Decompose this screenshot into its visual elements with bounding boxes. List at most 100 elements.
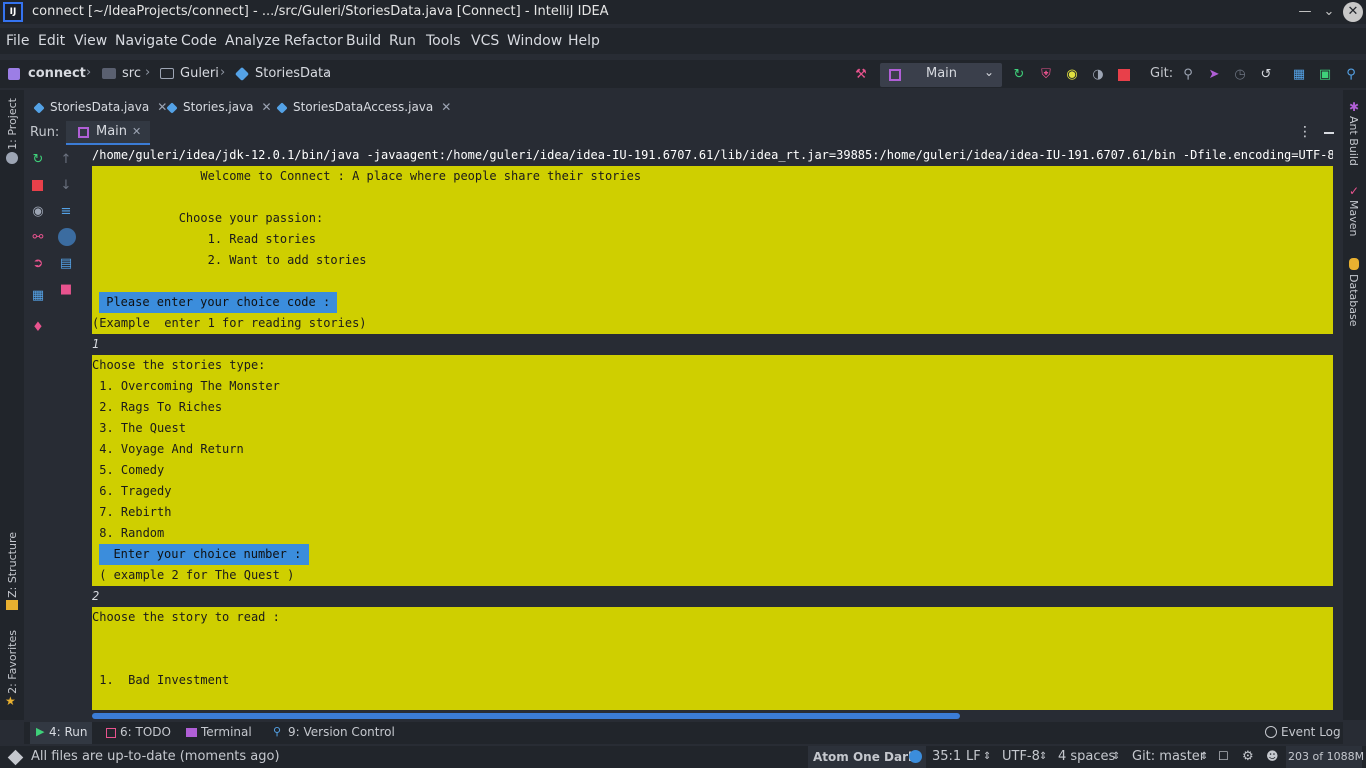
arrow-down-icon[interactable]: ↓ bbox=[58, 178, 74, 194]
console-output[interactable]: /home/guleri/idea/jdk-12.0.1/bin/java -j… bbox=[92, 145, 1333, 710]
chevron-right-icon: › bbox=[86, 65, 92, 80]
terminal-icon[interactable]: ▣ bbox=[1317, 67, 1333, 83]
file-encoding[interactable]: UTF-8 bbox=[1002, 749, 1040, 764]
inspector-icon[interactable]: ☻ bbox=[1266, 749, 1279, 763]
pin-icon[interactable]: ♦ bbox=[30, 320, 46, 336]
line-separator[interactable]: LF bbox=[966, 749, 981, 764]
history-icon[interactable]: ◷ bbox=[1232, 67, 1248, 83]
indent-setting[interactable]: 4 spaces bbox=[1058, 749, 1115, 764]
menu-build[interactable]: Build bbox=[346, 33, 381, 49]
scrollbar-thumb[interactable] bbox=[92, 713, 960, 719]
layers-icon[interactable] bbox=[7, 749, 24, 766]
stop-icon[interactable] bbox=[1118, 69, 1130, 81]
soft-wrap-icon[interactable]: ≡ bbox=[58, 204, 74, 220]
menu-edit[interactable]: Edit bbox=[38, 33, 65, 49]
menu-help[interactable]: Help bbox=[568, 33, 600, 49]
project-structure-icon[interactable]: ▦ bbox=[1291, 67, 1307, 83]
settings-gear-icon[interactable]: ⚙ bbox=[1242, 749, 1254, 764]
run-with-coverage-icon[interactable]: ◉ bbox=[1064, 67, 1080, 83]
console-type-item: 6. Tragedy bbox=[92, 481, 1333, 502]
rerun-icon[interactable]: ↻ bbox=[1011, 67, 1027, 83]
tab-stories[interactable]: Stories.java ✕ bbox=[166, 100, 272, 118]
horizontal-scrollbar[interactable] bbox=[92, 712, 1333, 720]
theme-name[interactable]: Atom One Dark bbox=[813, 750, 916, 764]
breadcrumb-file[interactable]: StoriesData bbox=[255, 66, 331, 81]
menu-navigate[interactable]: Navigate bbox=[115, 33, 178, 49]
minimize-button[interactable]: — bbox=[1296, 3, 1314, 21]
breadcrumb-package[interactable]: Guleri bbox=[180, 66, 219, 81]
github-icon[interactable] bbox=[6, 152, 18, 164]
todo-tool-tab[interactable]: 6: TODO bbox=[120, 725, 171, 739]
tab-label: Stories.java bbox=[183, 100, 254, 114]
run-tool-label: 4: Run bbox=[49, 725, 88, 739]
scroll-to-end-icon[interactable] bbox=[58, 228, 76, 246]
menu-tools[interactable]: Tools bbox=[426, 33, 461, 49]
favorites-tool-tab[interactable]: 2: Favorites bbox=[6, 630, 19, 694]
console-example-2: ( example 2 for The Quest ) bbox=[92, 565, 1333, 586]
structure-tool-tab[interactable]: Z: Structure bbox=[6, 532, 19, 598]
trash-icon[interactable]: ■ bbox=[58, 282, 74, 298]
print-icon[interactable]: ▤ bbox=[58, 256, 74, 272]
status-bar: All files are up-to-date (moments ago) A… bbox=[0, 746, 1366, 768]
git-branch-status[interactable]: Git: master bbox=[1132, 749, 1205, 764]
menu-code[interactable]: Code bbox=[181, 33, 217, 49]
ant-build-tool-tab[interactable]: Ant Build bbox=[1347, 116, 1360, 166]
arrow-up-icon[interactable]: ↑ bbox=[58, 152, 74, 168]
window-title: connect [~/IdeaProjects/connect] - .../s… bbox=[32, 4, 609, 19]
breadcrumb-project[interactable]: connect bbox=[28, 66, 86, 81]
hide-panel-icon[interactable] bbox=[1324, 132, 1334, 134]
git-push-icon[interactable]: ➤ bbox=[1206, 67, 1222, 83]
memory-indicator[interactable]: 203 of 1088M bbox=[1288, 750, 1364, 763]
project-tool-tab[interactable]: 1: Project bbox=[6, 98, 19, 150]
stop-icon[interactable] bbox=[32, 180, 43, 191]
build-hammer-icon[interactable]: ⚒ bbox=[853, 67, 869, 83]
rollback-icon[interactable]: ↺ bbox=[1258, 67, 1274, 83]
tab-storiesdata[interactable]: StoriesData.java ✕ bbox=[33, 100, 167, 118]
plug-icon[interactable]: ⚯ bbox=[30, 230, 46, 246]
menu-run[interactable]: Run bbox=[389, 33, 416, 49]
lock-icon[interactable]: ☐ bbox=[1218, 749, 1229, 763]
console-option-1: 1. Read stories bbox=[92, 229, 1333, 250]
database-tool-tab[interactable]: Database bbox=[1347, 274, 1360, 327]
terminal-icon bbox=[186, 728, 197, 737]
chevron-right-icon: › bbox=[145, 65, 151, 80]
debug-bug-icon[interactable]: ⛨ bbox=[1038, 67, 1054, 83]
menu-file[interactable]: File bbox=[6, 33, 29, 49]
menu-refactor[interactable]: Refactor bbox=[284, 33, 343, 49]
close-icon[interactable]: ✕ bbox=[262, 100, 272, 114]
close-button[interactable]: ✕ bbox=[1343, 2, 1363, 22]
console-user-input: 1 bbox=[92, 334, 1333, 355]
version-control-tool-tab[interactable]: 9: Version Control bbox=[288, 725, 395, 739]
close-icon[interactable]: ✕ bbox=[441, 100, 451, 114]
java-class-icon bbox=[276, 101, 288, 114]
breadcrumb-src[interactable]: src bbox=[122, 66, 141, 81]
run-tool-tab[interactable]: ▶ 4: Run bbox=[30, 722, 92, 744]
run-configuration-select[interactable]: Main ⌄ bbox=[880, 63, 1002, 87]
layout-icon[interactable]: ▦ bbox=[30, 288, 46, 304]
menu-view[interactable]: View bbox=[74, 33, 107, 49]
rerun-icon[interactable]: ↻ bbox=[30, 152, 46, 168]
event-log-tool-tab[interactable]: Event Log bbox=[1281, 725, 1341, 739]
more-options-icon[interactable]: ⋮ bbox=[1298, 124, 1312, 140]
terminal-tool-tab[interactable]: Terminal bbox=[201, 725, 252, 739]
chevron-down-icon: ⌄ bbox=[984, 65, 995, 79]
menu-analyze[interactable]: Analyze bbox=[225, 33, 280, 49]
run-tab-main[interactable]: Main ✕ bbox=[66, 121, 150, 145]
camera-dump-icon[interactable]: ◉ bbox=[30, 204, 46, 220]
left-tool-stripe: 1: Project Z: Structure 2: Favorites ★ bbox=[0, 90, 24, 720]
chevron-updown-icon: ⇕ bbox=[1112, 751, 1121, 762]
tab-storiesdataaccess[interactable]: StoriesDataAccess.java ✕ bbox=[276, 100, 451, 118]
menu-window[interactable]: Window bbox=[507, 33, 562, 49]
search-icon[interactable]: ⚲ bbox=[1343, 67, 1359, 83]
menu-vcs[interactable]: VCS bbox=[471, 33, 499, 49]
cursor-position[interactable]: 35:1 bbox=[932, 749, 961, 764]
chevron-right-icon: › bbox=[220, 65, 226, 80]
exit-icon[interactable]: ➲ bbox=[30, 256, 46, 272]
maximize-button[interactable]: ⌄ bbox=[1320, 3, 1338, 21]
git-branch-icon[interactable]: ⚲ bbox=[1180, 67, 1196, 83]
profile-icon[interactable]: ◑ bbox=[1090, 67, 1106, 83]
star-icon: ★ bbox=[5, 694, 16, 708]
maven-tool-tab[interactable]: Maven bbox=[1347, 200, 1360, 236]
close-icon[interactable]: ✕ bbox=[132, 125, 141, 138]
status-message: All files are up-to-date (moments ago) bbox=[31, 749, 280, 764]
